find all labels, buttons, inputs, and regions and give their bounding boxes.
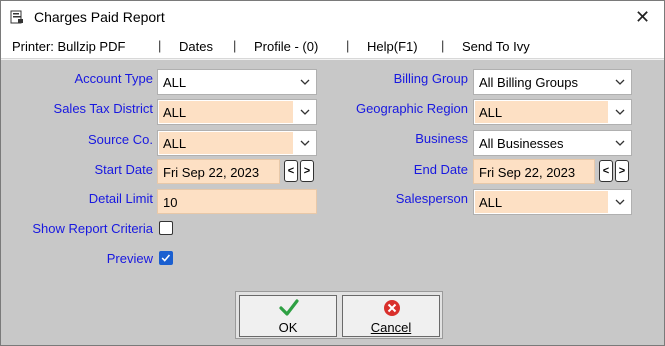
chevron-down-icon	[615, 79, 625, 85]
menu-separator: |	[233, 38, 237, 53]
salesperson-value: ALL	[479, 195, 503, 210]
detail-limit-value: 10	[163, 195, 178, 210]
source-co-label: Source Co.	[87, 132, 153, 147]
menu-separator: |	[158, 38, 162, 53]
red-x-circle-icon	[384, 300, 400, 316]
checkmark-icon	[161, 254, 171, 262]
end-date-value: Fri Sep 22, 2023	[479, 165, 576, 180]
chevron-down-icon	[615, 109, 625, 115]
start-date-value: Fri Sep 22, 2023	[163, 165, 260, 180]
report-window-icon	[10, 10, 23, 24]
menu-printer[interactable]: Printer: Bullzip PDF	[12, 39, 125, 54]
business-select[interactable]: All Businesses	[473, 130, 632, 156]
preview-label: Preview	[106, 251, 153, 266]
sales-tax-district-select[interactable]: ALL	[157, 99, 317, 125]
menu-help[interactable]: Help(F1)	[367, 39, 418, 54]
chevron-down-icon	[300, 79, 310, 85]
chevron-down-icon	[300, 109, 310, 115]
show-report-criteria-checkbox[interactable]	[159, 221, 173, 235]
window-title: Charges Paid Report	[34, 9, 165, 25]
start-date-label: Start Date	[94, 162, 153, 177]
billing-group-value: All Billing Groups	[479, 75, 578, 90]
end-date-label: End Date	[413, 162, 468, 177]
start-date-next-button[interactable]: >	[300, 160, 314, 182]
source-co-value: ALL	[163, 136, 187, 151]
charges-paid-report-window: Charges Paid Report ✕ Printer: Bullzip P…	[0, 0, 665, 346]
end-date-prev-button[interactable]: <	[599, 160, 613, 182]
billing-group-label: Billing Group	[393, 71, 468, 86]
chevron-down-icon	[615, 199, 625, 205]
geographic-region-select[interactable]: ALL	[473, 99, 632, 125]
business-label: Business	[415, 131, 468, 146]
close-button[interactable]: ✕	[621, 1, 664, 33]
end-date-input[interactable]: Fri Sep 22, 2023	[473, 159, 595, 184]
detail-limit-input[interactable]: 10	[157, 189, 317, 214]
start-date-prev-button[interactable]: <	[284, 160, 298, 182]
title-bar: Charges Paid Report ✕	[1, 1, 664, 33]
account-type-select[interactable]: ALL	[157, 69, 317, 95]
cancel-button[interactable]: Cancel	[342, 295, 440, 337]
sales-tax-district-label: Sales Tax District	[53, 101, 153, 116]
billing-group-select[interactable]: All Billing Groups	[473, 69, 632, 95]
business-value: All Businesses	[479, 136, 564, 151]
menu-profile[interactable]: Profile - (0)	[254, 39, 318, 54]
show-report-criteria-label: Show Report Criteria	[32, 221, 153, 236]
close-icon: ✕	[634, 6, 651, 27]
detail-limit-label: Detail Limit	[88, 191, 153, 206]
sales-tax-district-value: ALL	[163, 105, 187, 120]
salesperson-select[interactable]: ALL	[473, 189, 632, 215]
menu-separator: |	[346, 38, 350, 53]
chevron-down-icon	[300, 140, 310, 146]
salesperson-label: Salesperson	[395, 191, 468, 206]
menu-bar: Printer: Bullzip PDF | Dates | Profile -…	[1, 33, 664, 59]
ok-button[interactable]: OK	[239, 295, 337, 337]
menu-dates[interactable]: Dates	[179, 39, 213, 54]
chevron-down-icon	[615, 140, 625, 146]
preview-checkbox[interactable]	[159, 251, 173, 265]
source-co-select[interactable]: ALL	[157, 130, 317, 156]
menu-separator: |	[441, 38, 445, 53]
ok-button-label: OK	[278, 320, 298, 335]
green-checkmark-icon	[279, 299, 299, 316]
cancel-button-label: Cancel	[370, 320, 412, 335]
end-date-next-button[interactable]: >	[615, 160, 629, 182]
geographic-region-value: ALL	[479, 105, 503, 120]
report-form: Account Type Sales Tax District Source C…	[1, 60, 664, 345]
dialog-button-panel: OK Cancel	[235, 291, 443, 339]
menu-send-to-ivy[interactable]: Send To Ivy	[462, 39, 530, 54]
account-type-value: ALL	[163, 75, 187, 90]
geographic-region-label: Geographic Region	[355, 101, 468, 116]
start-date-input[interactable]: Fri Sep 22, 2023	[157, 159, 280, 184]
account-type-label: Account Type	[74, 71, 153, 86]
